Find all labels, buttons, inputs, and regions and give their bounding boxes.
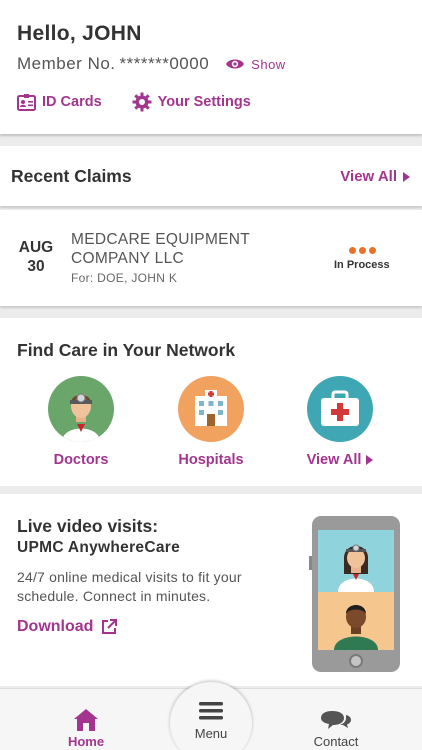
hospitals-label: Hospitals [178,452,244,468]
doctor-icon [48,376,114,442]
find-care-card: Find Care in Your Network Doctors Hospit… [0,318,422,486]
claim-patient: For: DOE, JOHN K [71,271,178,285]
claims-view-all-label: View All [340,168,397,185]
claim-month: AUG [18,239,54,256]
doctors-link[interactable]: Doctors [26,376,136,468]
first-aid-kit-icon [307,376,373,442]
hospital-icon [178,376,244,442]
claim-date: AUG 30 [17,238,55,276]
download-label: Download [17,618,94,635]
video-subtitle: UPMC AnywhereCare [17,539,181,556]
download-link[interactable]: Download [17,618,118,636]
video-title: Live video visits: [17,516,159,536]
quick-links: ID Cards Your Settings [17,92,251,112]
member-number-row: Member No. *******0000 Show [17,54,286,74]
chat-bubbles-icon [321,711,351,729]
claim-item[interactable]: AUG 30 MEDCARE EQUIPMENT COMPANY LLC For… [0,210,422,306]
tab-home[interactable]: Home [26,689,146,750]
member-number: *******0000 [119,54,210,73]
claim-status: In Process [334,259,390,271]
claim-day: 30 [27,258,45,275]
care-view-all-link[interactable]: View All [285,376,395,468]
id-cards-link[interactable]: ID Cards [17,93,102,111]
play-arrow-icon [403,171,410,182]
menu-label: Menu [194,726,228,741]
id-card-icon [17,93,36,111]
show-member-number-button[interactable]: Show [225,57,286,72]
play-arrow-icon [366,455,374,465]
eye-icon [226,59,245,69]
tab-contact[interactable]: Contact [276,689,396,749]
claim-provider: MEDCARE EQUIPMENT COMPANY LLC [71,231,250,267]
care-view-all-label: View All [285,452,395,468]
find-care-title: Find Care in Your Network [17,340,236,360]
doctors-label: Doctors [53,452,109,468]
show-label: Show [251,56,286,72]
in-process-dots-icon [349,247,379,254]
member-label: Member No. [17,54,116,73]
greeting-card: Hello, JOHN Member No. *******0000 Show … [0,0,422,134]
your-settings-link[interactable]: Your Settings [132,92,251,112]
id-cards-label: ID Cards [42,94,102,110]
video-description: 24/7 online medical visits to fit your s… [17,569,242,604]
recent-claims-title: Recent Claims [11,166,132,186]
claims-view-all-link[interactable]: View All [340,168,410,185]
external-link-icon [102,619,118,634]
video-call-illustration [309,516,400,672]
tab-contact-label: Contact [313,734,359,749]
doctor-video-icon [318,530,394,592]
gear-icon [132,92,152,112]
home-icon [74,709,98,731]
recent-claims-header: Recent Claims View All [0,146,422,206]
hamburger-icon [199,702,223,720]
tab-home-label: Home [68,734,104,750]
video-visits-card: Live video visits: UPMC AnywhereCare 24/… [0,494,422,686]
hospitals-link[interactable]: Hospitals [156,376,266,468]
greeting-title: Hello, JOHN [17,22,142,45]
your-settings-label: Your Settings [157,94,251,110]
patient-video-icon [318,592,394,650]
